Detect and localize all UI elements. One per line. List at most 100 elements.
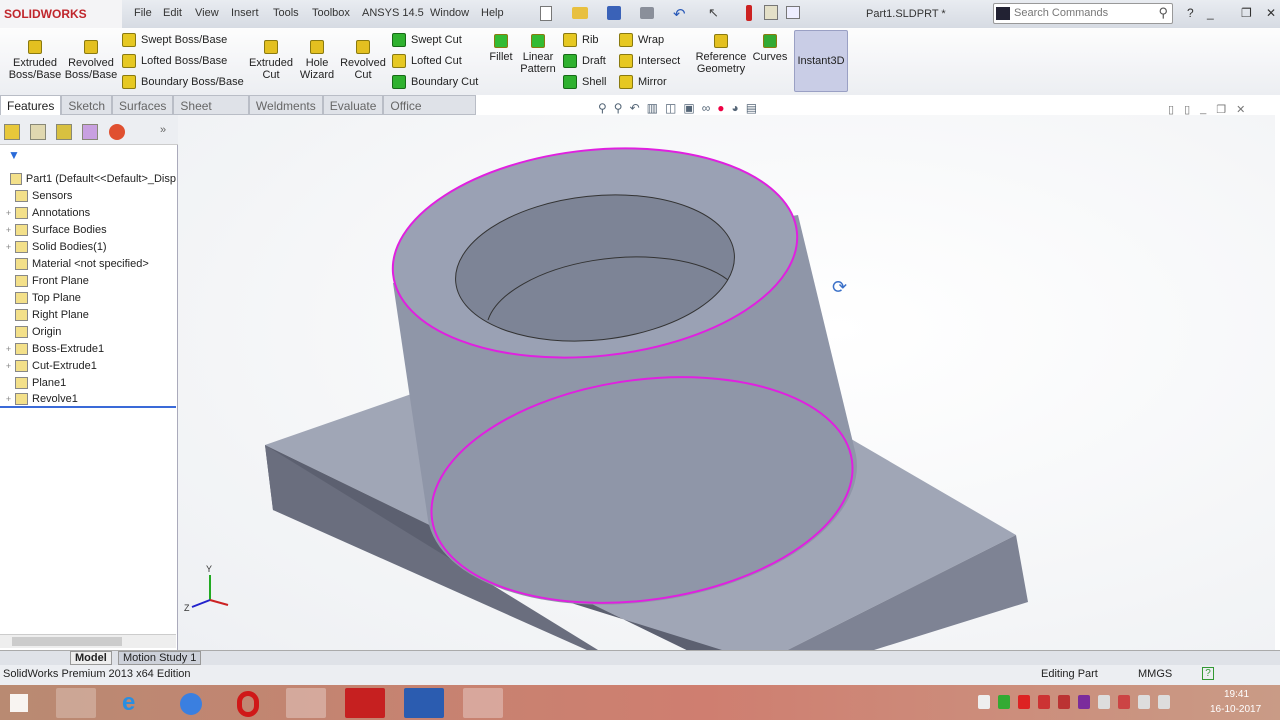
app-icon[interactable] <box>463 688 503 718</box>
expand-toggle[interactable]: + <box>4 394 13 404</box>
menu-ansys[interactable]: ANSYS 14.5 <box>362 7 424 19</box>
swept-boss-button[interactable]: Swept Boss/Base <box>122 33 244 47</box>
menu-file[interactable]: File <box>134 7 152 19</box>
file-properties-icon[interactable] <box>764 5 778 20</box>
tree-node[interactable]: + Cut-Extrude1 <box>0 357 176 374</box>
appearance-icon[interactable]: ● <box>717 101 724 115</box>
acrobat-icon[interactable] <box>286 688 326 718</box>
options-icon[interactable] <box>786 6 800 19</box>
units-selector[interactable]: MMGS <box>1138 668 1172 680</box>
graphics-viewport[interactable]: Y Z ⟳ ⚲ ⚲ ↶ ▥ ◫ ▣ ∞ ● ◕ ▤ ▯ ▯ _ ❐ ✕ <box>178 101 1275 650</box>
horizontal-scrollbar[interactable] <box>0 634 176 648</box>
expand-toggle[interactable]: + <box>4 225 13 235</box>
opera-icon[interactable] <box>237 691 259 717</box>
wrap-button[interactable]: Wrap <box>619 33 680 47</box>
battery-icon[interactable] <box>1158 695 1170 709</box>
flag-icon[interactable] <box>1098 695 1110 709</box>
print-icon[interactable] <box>640 7 654 19</box>
minimize-button[interactable]: _ <box>1207 6 1214 20</box>
internet-explorer-icon[interactable]: e <box>122 689 135 717</box>
clock-date[interactable]: 16-10-2017 <box>1210 704 1261 715</box>
tab-sketch[interactable]: Sketch <box>61 95 113 115</box>
menu-view[interactable]: View <box>195 7 219 19</box>
mirror-button[interactable]: Mirror <box>619 75 680 89</box>
expand-toggle[interactable]: + <box>4 344 13 354</box>
tree-node[interactable]: + Surface Bodies <box>0 221 176 238</box>
menu-edit[interactable]: Edit <box>163 7 182 19</box>
lofted-cut-button[interactable]: Lofted Cut <box>392 54 478 68</box>
menu-toolbox[interactable]: Toolbox <box>312 7 350 19</box>
hide-show-icon[interactable]: ∞ <box>702 101 711 115</box>
tile2-icon[interactable]: ▯ <box>1184 103 1190 116</box>
tab-features[interactable]: Features <box>0 95 62 115</box>
network-icon[interactable] <box>1118 695 1130 709</box>
tree-node[interactable]: Sensors <box>0 187 176 204</box>
clock-time[interactable]: 19:41 <box>1224 689 1249 700</box>
help-status-icon[interactable]: ? <box>1202 667 1214 680</box>
tree-node[interactable]: Front Plane <box>0 272 176 289</box>
tab-model[interactable]: Model <box>70 651 112 665</box>
select-icon[interactable]: ↖ <box>708 5 719 21</box>
tab-evaluate[interactable]: Evaluate <box>322 95 384 115</box>
save-icon[interactable] <box>607 6 621 20</box>
tile-icon[interactable]: ▯ <box>1168 103 1174 116</box>
view-settings-icon[interactable]: ▤ <box>746 101 757 115</box>
boundary-cut-button[interactable]: Boundary Cut <box>392 75 478 89</box>
configuration-manager-icon[interactable] <box>56 124 72 140</box>
intersect-button[interactable]: Intersect <box>619 54 680 68</box>
expand-toggle[interactable]: + <box>4 242 13 252</box>
tree-node[interactable]: Part1 (Default<<Default>_Disp <box>0 170 176 187</box>
tree-node[interactable]: Right Plane <box>0 306 176 323</box>
tab-weldments[interactable]: Weldments <box>248 95 323 115</box>
search-commands-input[interactable]: Search Commands ⚲ <box>993 3 1173 24</box>
tray-icon[interactable] <box>1058 695 1070 709</box>
menu-window[interactable]: Window <box>430 7 469 19</box>
view-orientation-icon[interactable]: ◫ <box>665 101 676 115</box>
reference-geometry-button[interactable]: Reference Geometry <box>694 34 748 75</box>
display-style-icon[interactable]: ▣ <box>683 101 694 115</box>
extruded-cut-button[interactable]: Extruded Cut <box>246 40 296 81</box>
revolved-cut-button[interactable]: Revolved Cut <box>338 40 388 81</box>
solidworks-taskbar-icon[interactable] <box>345 688 385 718</box>
expand-toggle[interactable]: + <box>4 361 13 371</box>
restore-button[interactable]: ❐ <box>1241 6 1252 20</box>
section-view-icon[interactable]: ▥ <box>647 101 658 115</box>
scroll-thumb[interactable] <box>12 637 122 646</box>
menu-insert[interactable]: Insert <box>231 7 259 19</box>
tree-node[interactable]: Plane1 <box>0 374 176 391</box>
tray-icon[interactable] <box>978 695 990 709</box>
instant3d-button[interactable]: Instant3D <box>794 30 848 92</box>
word-icon[interactable] <box>404 688 444 718</box>
tree-node[interactable]: + Revolve1 <box>0 391 176 408</box>
scene-icon[interactable]: ◕ <box>732 101 739 115</box>
chrome-icon[interactable] <box>180 693 202 715</box>
open-folder-icon[interactable] <box>572 7 588 19</box>
viewport-minimize-icon[interactable]: _ <box>1200 103 1206 116</box>
filter-icon[interactable]: ▼ <box>8 148 20 162</box>
linear-pattern-button[interactable]: Linear Pattern <box>516 34 560 75</box>
rib-button[interactable]: Rib <box>563 33 606 47</box>
search-icon[interactable]: ⚲ <box>1158 5 1168 21</box>
tray-icon[interactable] <box>1018 695 1030 709</box>
feature-manager-icon[interactable] <box>4 124 20 140</box>
property-manager-icon[interactable] <box>30 124 46 140</box>
solidworks-logo[interactable]: SOLIDWORKS <box>0 0 122 28</box>
swept-cut-button[interactable]: Swept Cut <box>392 33 478 47</box>
volume-icon[interactable] <box>1138 695 1150 709</box>
tab-surfaces[interactable]: Surfaces <box>112 95 174 115</box>
tab-sheet-metal[interactable]: Sheet Metal <box>173 95 249 127</box>
close-button[interactable]: ✕ <box>1266 6 1276 20</box>
curves-button[interactable]: Curves <box>750 34 790 63</box>
new-document-icon[interactable] <box>540 6 552 21</box>
dimxpert-icon[interactable] <box>82 124 98 140</box>
hole-wizard-button[interactable]: Hole Wizard <box>294 40 340 81</box>
display-manager-icon[interactable] <box>109 124 125 140</box>
menu-tools[interactable]: Tools <box>273 7 299 19</box>
help-icon[interactable]: ? <box>1187 6 1194 20</box>
expand-toggle[interactable]: + <box>4 208 13 218</box>
revolved-boss-button[interactable]: Revolved Boss/Base <box>64 40 118 81</box>
undo-icon[interactable]: ↶ <box>673 5 686 23</box>
shell-button[interactable]: Shell <box>563 75 606 89</box>
tree-node[interactable]: Origin <box>0 323 176 340</box>
onenote-icon[interactable] <box>1078 695 1090 709</box>
